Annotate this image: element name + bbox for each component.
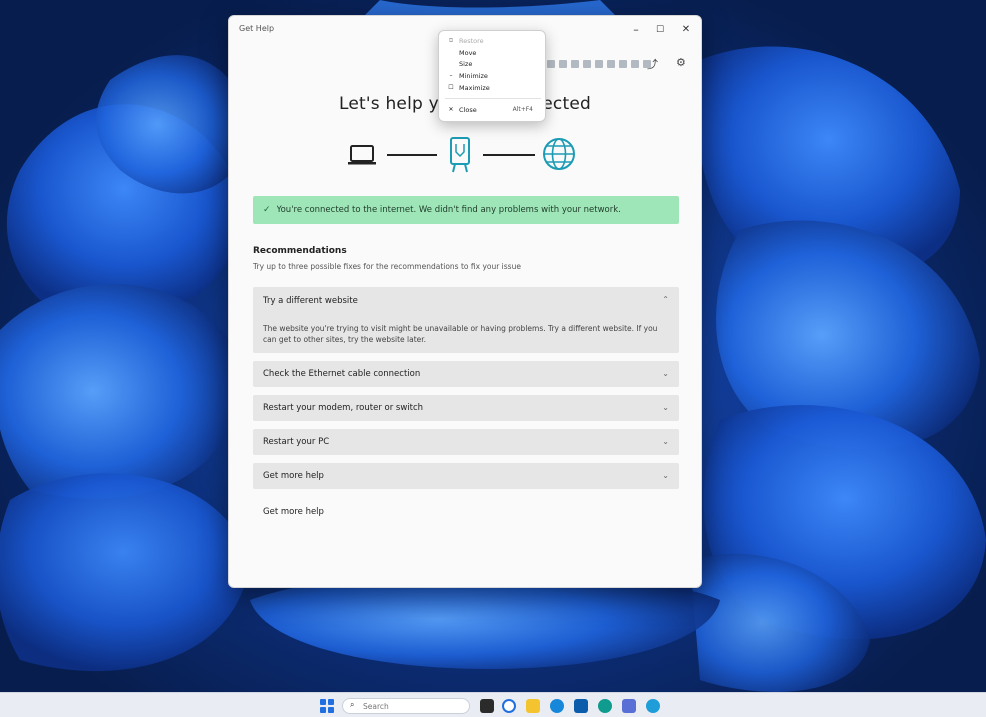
menu-shortcut: Alt+F4 — [512, 106, 533, 113]
taskbar: ⌕ Search — [0, 692, 986, 717]
minimize-icon: – — [449, 72, 453, 79]
recommendation-item[interactable]: Get more help ⌄ — [253, 463, 679, 489]
menu-item-label: Size — [459, 60, 473, 68]
connection-diagram — [348, 137, 575, 173]
status-banner: ✓ You're connected to the internet. We d… — [253, 196, 679, 224]
globe-icon — [543, 138, 575, 170]
laptop-icon — [348, 145, 376, 165]
chevron-down-icon[interactable]: ⌄ — [662, 369, 669, 378]
recommendation-label: Check the Ethernet cable connection — [263, 369, 421, 379]
window-context-menu: ⧉ Restore Move Size – Minimize ☐ Maximiz… — [438, 30, 546, 122]
edge-icon[interactable] — [550, 699, 564, 713]
gear-icon[interactable]: ⚙ — [676, 56, 686, 69]
recommendation-item-expanded[interactable]: Try a different website ⌃ The website yo… — [253, 287, 679, 353]
share-icon[interactable]: ⤴ — [647, 56, 658, 72]
chevron-down-icon[interactable]: ⌄ — [662, 471, 669, 480]
recommendation-item[interactable]: Restart your PC ⌄ — [253, 429, 679, 455]
recommendation-item[interactable]: Check the Ethernet cable connection ⌄ — [253, 361, 679, 387]
menu-divider — [445, 98, 541, 99]
menu-item-label: Restore — [459, 37, 484, 45]
store-icon[interactable] — [574, 699, 588, 713]
tool-icon[interactable] — [631, 60, 639, 68]
recommendation-description: The website you're trying to visit might… — [263, 324, 658, 344]
recommendation-label: Try a different website — [263, 296, 358, 306]
get-help-app-icon[interactable] — [646, 699, 660, 713]
tool-icon[interactable] — [583, 60, 591, 68]
close-button[interactable]: ✕ — [675, 21, 697, 39]
menu-item-label: Maximize — [459, 84, 490, 92]
maximize-icon: ☐ — [448, 84, 454, 91]
recommendations-title: Recommendations — [253, 246, 347, 256]
get-more-help-link[interactable]: Get more help — [263, 507, 324, 517]
tool-icon[interactable] — [619, 60, 627, 68]
teams-icon[interactable] — [622, 699, 636, 713]
tool-icon[interactable] — [559, 60, 567, 68]
chevron-up-icon[interactable]: ⌃ — [662, 295, 669, 304]
menu-item-close[interactable]: ✕ Close Alt+F4 — [439, 104, 545, 116]
status-text: You're connected to the internet. We did… — [276, 205, 621, 215]
menu-item-label: Minimize — [459, 72, 488, 80]
minimize-button[interactable]: – — [625, 21, 647, 39]
recommendation-label: Get more help — [263, 471, 324, 481]
task-view-icon[interactable] — [480, 699, 494, 713]
tool-icon[interactable] — [607, 60, 615, 68]
windows-logo-icon — [320, 699, 326, 705]
desktop-wallpaper: Get Help – ☐ ✕ ⤴ ⚙ Let's help you get co… — [0, 0, 986, 692]
chevron-down-icon[interactable]: ⌄ — [662, 403, 669, 412]
menu-item-size[interactable]: Size — [439, 58, 545, 70]
check-icon: ✓ — [263, 205, 271, 215]
windows-logo-icon — [328, 707, 334, 713]
recommendations-subtitle: Try up to three possible fixes for the r… — [253, 262, 521, 271]
start-button[interactable] — [320, 699, 334, 713]
menu-item-label: Close — [459, 106, 477, 114]
tool-icon[interactable] — [547, 60, 555, 68]
window-title: Get Help — [239, 24, 275, 33]
menu-item-restore[interactable]: ⧉ Restore — [439, 35, 545, 47]
search-icon: ⌕ — [350, 700, 355, 709]
tool-icon[interactable] — [595, 60, 603, 68]
search-app-icon[interactable] — [502, 699, 516, 713]
toolbar-tools — [547, 60, 651, 68]
menu-item-maximize[interactable]: ☐ Maximize — [439, 82, 545, 94]
menu-item-minimize[interactable]: – Minimize — [439, 70, 545, 82]
maximize-button[interactable]: ☐ — [649, 21, 671, 39]
recommendation-label: Restart your PC — [263, 437, 330, 447]
restore-icon: ⧉ — [448, 37, 454, 44]
router-icon — [450, 137, 470, 173]
windows-logo-icon — [328, 699, 334, 705]
recommendation-item[interactable]: Restart your modem, router or switch ⌄ — [253, 395, 679, 421]
app-icon[interactable] — [598, 699, 612, 713]
search-placeholder: Search — [363, 702, 389, 711]
taskbar-search[interactable]: ⌕ Search — [342, 698, 470, 714]
file-explorer-icon[interactable] — [526, 699, 540, 713]
windows-logo-icon — [320, 707, 326, 713]
tool-icon[interactable] — [571, 60, 579, 68]
close-icon: ✕ — [448, 106, 454, 113]
recommendation-label: Restart your modem, router or switch — [263, 403, 424, 413]
chevron-down-icon[interactable]: ⌄ — [662, 437, 669, 446]
